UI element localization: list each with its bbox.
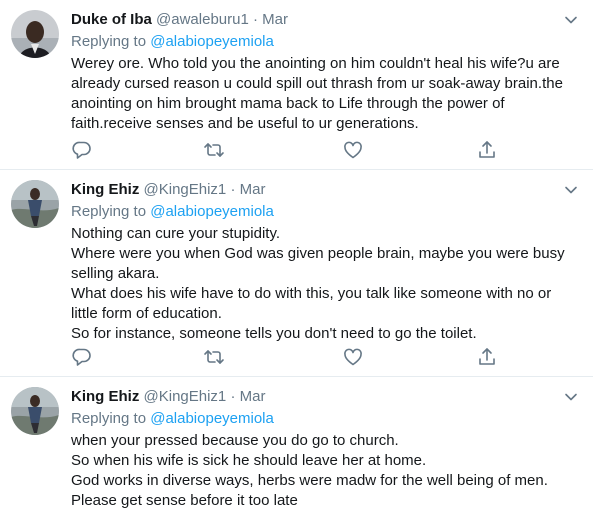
tweet-text-line: when your pressed because you do go to c…: [71, 432, 399, 449]
separator: ·: [230, 388, 236, 405]
tweet-text-line: selling akara.: [71, 265, 160, 282]
author-handle[interactable]: @KingEhiz1: [144, 388, 227, 405]
avatar[interactable]: [11, 180, 59, 228]
mention-link[interactable]: @alabiopeyemiola: [150, 410, 274, 427]
tweet-text-line: Werey ore. Who told you the anointing on…: [71, 55, 560, 72]
tweet-text-line: Nothing can cure your stupidity.: [71, 225, 280, 242]
tweet-text-line: So for instance, someone tells you don't…: [71, 325, 477, 342]
reply-icon[interactable]: [71, 346, 93, 368]
mention-link[interactable]: @alabiopeyemiola: [150, 203, 274, 220]
tweet-content: King Ehiz @KingEhiz1 · Mar Replying to @…: [71, 387, 579, 511]
replying-prefix: Replying to: [71, 33, 147, 50]
tweet-date[interactable]: Mar: [240, 388, 266, 405]
tweet[interactable]: King Ehiz @KingEhiz1 · Mar Replying to @…: [0, 377, 593, 511]
replying-to: Replying to @alabiopeyemiola: [71, 202, 579, 222]
tweet[interactable]: King Ehiz @KingEhiz1 · Mar Replying to @…: [0, 170, 593, 377]
tweet-text-line: faith.receive senses and be useful to ur…: [71, 115, 419, 132]
tweet-text-line: little form of education.: [71, 305, 222, 322]
tweet-text-line: So when his wife is sick he should leave…: [71, 452, 427, 469]
tweet-text: Werey ore. Who told you the anointing on…: [71, 54, 579, 134]
author-name[interactable]: King Ehiz: [71, 388, 139, 405]
chevron-down-icon[interactable]: [563, 389, 579, 405]
replying-to: Replying to @alabiopeyemiola: [71, 32, 579, 52]
tweet-date[interactable]: Mar: [240, 181, 266, 198]
tweet-actions: [71, 139, 501, 161]
avatar[interactable]: [11, 10, 59, 58]
tweet[interactable]: Duke of Iba @awaleburu1 · Mar Replying t…: [0, 0, 593, 170]
tweet-text-line: Where were you when God was given people…: [71, 245, 565, 262]
separator: ·: [230, 181, 236, 198]
tweet-text: Nothing can cure your stupidity. Where w…: [71, 224, 579, 344]
author-name[interactable]: King Ehiz: [71, 181, 139, 198]
tweet-content: King Ehiz @KingEhiz1 · Mar Replying to @…: [71, 180, 579, 344]
like-icon[interactable]: [342, 139, 364, 161]
author-name[interactable]: Duke of Iba: [71, 11, 152, 28]
tweet-text-line: Please get sense before it too late: [71, 492, 298, 509]
tweet-header: King Ehiz @KingEhiz1 · Mar: [71, 387, 579, 407]
retweet-icon[interactable]: [203, 346, 225, 368]
like-icon[interactable]: [342, 346, 364, 368]
replying-prefix: Replying to: [71, 410, 147, 427]
tweet-text-line: What does his wife have to do with this,…: [71, 285, 552, 302]
tweet-text: when your pressed because you do go to c…: [71, 431, 579, 511]
avatar[interactable]: [11, 387, 59, 435]
tweet-header: King Ehiz @KingEhiz1 · Mar: [71, 180, 579, 200]
tweet-actions: [71, 346, 501, 368]
tweet-text-line: God works in diverse ways, herbs were ma…: [71, 472, 548, 489]
replying-to: Replying to @alabiopeyemiola: [71, 409, 579, 429]
share-icon[interactable]: [476, 346, 498, 368]
mention-link[interactable]: @alabiopeyemiola: [150, 33, 274, 50]
separator: ·: [253, 11, 258, 28]
tweet-content: Duke of Iba @awaleburu1 · Mar Replying t…: [71, 10, 579, 134]
tweet-date[interactable]: Mar: [262, 11, 288, 28]
tweet-header: Duke of Iba @awaleburu1 · Mar: [71, 10, 579, 30]
chevron-down-icon[interactable]: [563, 182, 579, 198]
chevron-down-icon[interactable]: [563, 12, 579, 28]
reply-icon[interactable]: [71, 139, 93, 161]
tweet-text-line: already cursed reason u could spill out …: [71, 75, 563, 92]
author-handle[interactable]: @KingEhiz1: [144, 181, 227, 198]
share-icon[interactable]: [476, 139, 498, 161]
author-handle[interactable]: @awaleburu1: [156, 11, 249, 28]
retweet-icon[interactable]: [203, 139, 225, 161]
tweet-text-line: anointing on him brought mama back to Li…: [71, 95, 505, 112]
replying-prefix: Replying to: [71, 203, 147, 220]
